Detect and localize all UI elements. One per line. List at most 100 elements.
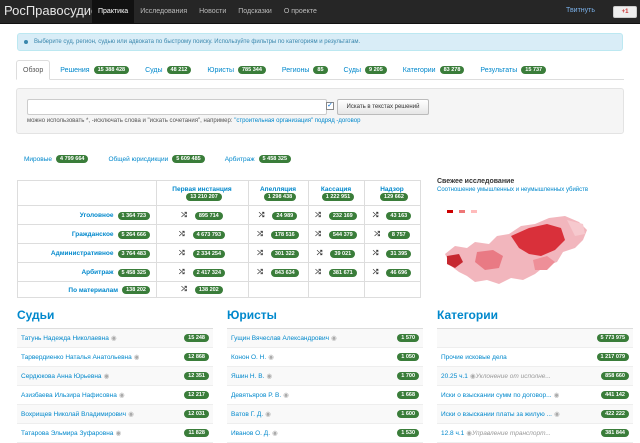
pill-magistrate[interactable]: Мировые 4 799 664	[24, 155, 89, 163]
brand-logo[interactable]: РосПравосудие	[4, 3, 98, 18]
list-item[interactable]: Ватов Г. Д. ◉ 1 600	[227, 405, 423, 424]
table-cell[interactable]: ⤮ 138 202	[156, 282, 248, 298]
tab-regions[interactable]: Регионы 85	[276, 60, 334, 80]
list-item[interactable]: 5 773 975	[437, 329, 633, 348]
legend-swatch	[459, 210, 465, 213]
table-cell[interactable]: ⤮ 178 516	[248, 225, 308, 244]
table-cell[interactable]: ⤮ 381 671	[308, 263, 364, 282]
row-header-administrative[interactable]: Административное 3 764 483	[18, 244, 156, 263]
count-badge: 1 700	[397, 372, 419, 380]
table-cell[interactable]: ⤮ 895 714	[156, 206, 248, 225]
help-icon: ◉	[272, 430, 278, 437]
table-cell[interactable]: ⤮ 4 673 793	[156, 225, 248, 244]
nav-hints[interactable]: Подсказки	[232, 0, 278, 24]
info-banner: Выберите суд, регион, судью или адвоката…	[17, 33, 623, 51]
table-cell[interactable]: ⤮ 39 021	[308, 244, 364, 263]
count-badge: 1 050	[397, 353, 419, 361]
col-supervision[interactable]: Надзор 129 662	[364, 181, 420, 205]
count-badge: 895 714	[194, 211, 223, 220]
count-badge: 11 828	[184, 429, 209, 437]
col-cassation[interactable]: Кассация 1 222 951	[308, 181, 364, 205]
list-item[interactable]: Иски о взыскании сумм по договор... ◉ 441 …	[437, 386, 633, 405]
list-item[interactable]: 12.8 ч.1 ◉Управление транспорт... 381 844	[437, 424, 633, 443]
shuffle-icon: ⤮	[258, 211, 265, 219]
judges-section: Судьи Татунь Надежда Николаевна ◉ 15 248 Т…	[17, 308, 213, 443]
table-cell[interactable]: ⤮ 8 757	[364, 225, 420, 244]
tab-results[interactable]: Результаты 15 737	[474, 60, 552, 80]
shuffle-icon: ⤮	[257, 230, 263, 238]
table-row: Арбитраж 5 458 325 ⤮ 2 417 324 ⤮ 843 634 ⤮ 3…	[18, 262, 420, 281]
tab-label: Регионы	[281, 66, 310, 74]
list-item[interactable]: Прочие исковые дела 1 217 079	[437, 348, 633, 367]
hint-example-link[interactable]: "строительная организация" подряд -догов…	[234, 118, 360, 124]
count-badge: 1 600	[397, 410, 419, 418]
table-cell[interactable]: ⤮ 544 379	[308, 225, 364, 244]
table-cell[interactable]: ⤮ 2 417 324	[156, 263, 248, 282]
pill-arbitration[interactable]: Арбитраж 5 458 325	[225, 155, 292, 163]
nav-about[interactable]: О проекте	[278, 0, 323, 24]
table-cell[interactable]: ⤮ 232 169	[308, 206, 364, 225]
shuffle-icon: ⤮	[178, 268, 185, 276]
col-label: Кассация	[320, 185, 352, 193]
tab-overview[interactable]: Обзор	[16, 60, 51, 80]
gplus-button[interactable]: +1	[613, 6, 637, 18]
nav-news[interactable]: Новости	[193, 0, 232, 24]
list-item[interactable]: Иски о взыскании платы за жилую ... ◉ 422 …	[437, 405, 633, 424]
hint-text: можно использовать *, -исключать слова и…	[27, 118, 235, 124]
list-item[interactable]: Яшин Н. В. ◉ 1 700	[227, 367, 423, 386]
list-item[interactable]: 20.25 ч.1 ◉Уклонение от исполне... 858 660	[437, 367, 633, 386]
item-label: 20.25 ч.1	[441, 373, 468, 380]
col-first-instance[interactable]: Первая инстанция 13 210 207	[156, 181, 248, 205]
tab-lawyers[interactable]: Юристы 785 344	[201, 60, 272, 80]
row-header-materials[interactable]: По материалам 138 202	[18, 282, 156, 298]
count-badge: 1 222 951	[321, 192, 355, 201]
table-cell[interactable]: ⤮ 2 334 254	[156, 244, 248, 263]
table-cell[interactable]: ⤮ 46 696	[364, 263, 420, 282]
item-label: Гущин Вячеслав Александрович	[231, 335, 330, 342]
lawyers-list: Гущин Вячеслав Александрович ◉ 1 570 Конон…	[227, 328, 423, 443]
count-badge: 441 142	[601, 391, 629, 399]
tab-label: Решения	[60, 66, 90, 74]
table-cell[interactable]: ⤮ 301 322	[248, 244, 308, 263]
list-item[interactable]: Гущин Вячеслав Александрович ◉ 1 570	[227, 329, 423, 348]
list-item[interactable]: Татарова Эльмира Зуфаровна ◉ 11 828	[17, 424, 213, 443]
list-item[interactable]: Девятьяров Р. В. ◉ 1 668	[227, 386, 423, 405]
row-header-civil[interactable]: Гражданское 5 264 666	[18, 225, 156, 244]
nav-research[interactable]: Исследования	[134, 0, 193, 24]
list-item[interactable]: Иванов О. Д. ◉ 1 530	[227, 424, 423, 443]
research-subtitle-link[interactable]: Соотношение умышленных и неумышленных уб…	[437, 187, 627, 193]
pill-general[interactable]: Общей юрисдикции 5 609 485	[108, 155, 205, 163]
list-item[interactable]: Татунь Надежда Николаевна ◉ 15 248	[17, 329, 213, 348]
russia-heatmap[interactable]	[437, 196, 602, 296]
list-item[interactable]: Азизбаева Ильзира Нафисовна ◉ 12 217	[17, 386, 213, 405]
count-badge: 8 757	[387, 230, 410, 239]
table-cell[interactable]: ⤮ 843 634	[248, 263, 308, 282]
info-text: Выберите суд, регион, судью или адвоката…	[34, 39, 361, 45]
search-texts-checkbox[interactable]: ✓	[326, 102, 334, 110]
table-cell[interactable]: ⤮ 43 163	[364, 206, 420, 225]
info-icon	[24, 40, 28, 44]
tab-categories[interactable]: Категории 83 278	[397, 60, 471, 80]
table-cell[interactable]: ⤮ 31 395	[364, 244, 420, 263]
search-input[interactable]	[27, 99, 327, 115]
tab-courts[interactable]: Суды 48 212	[139, 60, 197, 80]
list-item[interactable]: Сердюкова Анна Юрьевна ◉ 12 351	[17, 367, 213, 386]
top-navbar: РосПравосудие Практика Исследования Ново…	[0, 0, 640, 24]
search-button[interactable]: Искать в текстах решений	[337, 99, 429, 115]
help-icon: ◉	[128, 411, 134, 418]
tweet-link[interactable]: Твитнуть	[566, 7, 595, 14]
tab-judges[interactable]: Суды 9 205	[338, 60, 393, 80]
row-header-arbitration[interactable]: Арбитраж 5 458 325	[18, 263, 156, 282]
help-icon: ◉	[115, 430, 122, 437]
count-badge: 31 395	[386, 249, 412, 258]
col-appeal[interactable]: Апелляция 1 298 438	[248, 181, 308, 205]
row-header-criminal[interactable]: Уголовное 1 364 723	[18, 206, 156, 225]
list-item[interactable]: Конон О. Н. ◉ 1 050	[227, 348, 423, 367]
list-item[interactable]: Вохрищев Николай Владимирович ◉ 12 031	[17, 405, 213, 424]
tab-decisions[interactable]: Решения 15 388 428	[54, 60, 135, 80]
nav-practice[interactable]: Практика	[92, 0, 135, 24]
item-name: Ватов Г. Д. ◉	[231, 410, 271, 418]
item-label: Сердюкова Анна Юрьевна	[21, 373, 102, 380]
table-cell[interactable]: ⤮ 24 989	[248, 206, 308, 225]
list-item[interactable]: Тарвердиенко Наталья Анатольевна ◉ 12 868	[17, 348, 213, 367]
